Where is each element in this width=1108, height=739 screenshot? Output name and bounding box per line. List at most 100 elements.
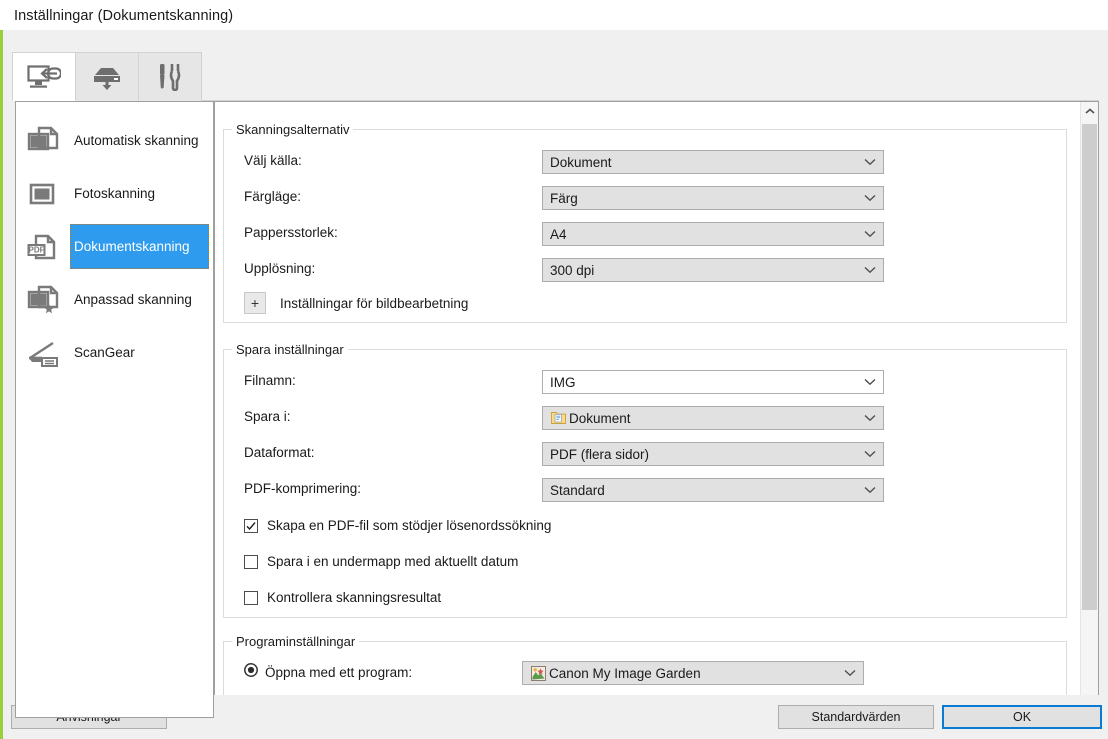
row-label: Färgläge:: [244, 189, 301, 204]
pdf-compression-combobox[interactable]: Standard: [542, 478, 884, 502]
checkbox-label: Skapa en PDF-fil som stödjer lösenordssö…: [267, 518, 551, 533]
group-scan-options: Skanningsalternativ Välj källa: Dokument…: [223, 129, 1067, 323]
image-processing-expander[interactable]: + Inställningar för bildbearbetning: [244, 292, 468, 314]
sidebar-item-label: Anpassad skanning: [72, 291, 192, 309]
combobox-value: PDF (flera sidor): [543, 447, 857, 462]
sidebar-item-label: Dokumentskanning: [72, 238, 190, 256]
checkbox-label: Spara i en undermapp med aktuellt datum: [267, 554, 518, 569]
row-label: PDF-komprimering:: [244, 481, 361, 496]
scrollbar-thumb[interactable]: [1082, 124, 1097, 610]
settings-content-pane: Skanningsalternativ Välj källa: Dokument…: [214, 101, 1099, 718]
row-label: Välj källa:: [244, 153, 302, 168]
radio-open-with-application[interactable]: Öppna med ett program:: [244, 663, 412, 682]
expander-label: Inställningar för bildbearbetning: [280, 296, 468, 311]
save-in-combobox[interactable]: Dokument: [542, 406, 884, 430]
svg-text:PDF: PDF: [29, 245, 45, 254]
group-application-settings-legend: Programinställningar: [232, 634, 359, 649]
sidebar-item-label: Fotoskanning: [72, 185, 155, 203]
auto-scan-icon: [16, 125, 72, 157]
radio-label: Öppna med ett program:: [265, 665, 412, 680]
sidebar-item-scangear[interactable]: ScanGear: [16, 326, 213, 379]
settings-dialog: Inställningar (Dokumentskanning): [0, 0, 1108, 739]
checkbox-box[interactable]: [244, 591, 258, 605]
color-mode-combobox[interactable]: Färg: [542, 186, 884, 210]
ok-button[interactable]: OK: [942, 705, 1102, 729]
file-name-combobox[interactable]: IMG: [542, 370, 884, 394]
group-save-settings-legend: Spara inställningar: [232, 342, 348, 357]
scrollbar-up-button[interactable]: [1081, 102, 1098, 120]
tab-scan-from-scanner[interactable]: [75, 52, 139, 101]
chevron-down-icon: [857, 151, 883, 173]
checkbox-box[interactable]: [244, 555, 258, 569]
row-label: Upplösning:: [244, 261, 315, 276]
row-select-source: Välj källa: Dokument: [244, 150, 1054, 174]
chevron-down-icon: [857, 259, 883, 281]
combobox-value: Dokument: [543, 155, 857, 170]
checkbox-searchable-pdf[interactable]: Skapa en PDF-fil som stödjer lösenordssö…: [244, 518, 551, 533]
chevron-down-icon: [857, 187, 883, 209]
scan-mode-list: Automatisk skanning Fotoskanning: [15, 101, 214, 718]
defaults-button[interactable]: Standardvärden: [778, 705, 934, 729]
photo-scan-icon: [16, 178, 72, 210]
combobox-value: Canon My Image Garden: [543, 666, 837, 681]
row-label: Dataformat:: [244, 445, 315, 460]
scanner-download-icon: [90, 64, 124, 90]
tab-general-settings[interactable]: [138, 52, 202, 101]
select-source-combobox[interactable]: Dokument: [542, 150, 884, 174]
group-save-settings: Spara inställningar Filnamn: IMG Spara i…: [223, 349, 1067, 618]
row-label: Spara i:: [244, 409, 291, 424]
row-color-mode: Färgläge: Färg: [244, 186, 1054, 210]
chevron-up-icon: [1085, 102, 1095, 120]
checkbox-box[interactable]: [244, 519, 258, 533]
combobox-value[interactable]: IMG: [543, 375, 857, 390]
row-label: Pappersstorlek:: [244, 225, 338, 240]
row-pdf-compression: PDF-komprimering: Standard: [244, 478, 1054, 502]
combobox-value: Standard: [543, 483, 857, 498]
combobox-value: A4: [543, 227, 857, 242]
pdf-document-icon: PDF: [16, 231, 72, 263]
checkmark-icon: [245, 520, 257, 532]
sidebar-item-anpassad-skanning[interactable]: Anpassad skanning: [16, 273, 213, 326]
page-title: Inställningar (Dokumentskanning): [14, 8, 233, 24]
monitor-scan-icon: [27, 64, 61, 90]
row-data-format: Dataformat: PDF (flera sidor): [244, 442, 1054, 466]
combobox-value: Dokument: [563, 411, 857, 426]
chevron-down-icon: [857, 407, 883, 429]
sidebar-item-label: ScanGear: [72, 344, 135, 362]
paper-size-combobox[interactable]: A4: [542, 222, 884, 246]
checkbox-check-scan-result[interactable]: Kontrollera skanningsresultat: [244, 590, 441, 605]
checkbox-date-subfolder[interactable]: Spara i en undermapp med aktuellt datum: [244, 554, 518, 569]
dialog-body: Automatisk skanning Fotoskanning: [3, 30, 1108, 695]
expand-plus-icon[interactable]: +: [244, 292, 266, 314]
sidebar-item-automatisk-skanning[interactable]: Automatisk skanning: [16, 114, 213, 167]
radio-button[interactable]: [244, 663, 258, 682]
group-scan-options-legend: Skanningsalternativ: [232, 122, 353, 137]
row-resolution: Upplösning: 300 dpi: [244, 258, 1054, 282]
resolution-combobox[interactable]: 300 dpi: [542, 258, 884, 282]
title-bar: Inställningar (Dokumentskanning): [0, 0, 1108, 30]
row-save-in: Spara i: Dokument: [244, 406, 1054, 430]
tools-icon: [155, 63, 185, 91]
row-file-name: Filnamn: IMG: [244, 370, 1054, 394]
sidebar-item-dokumentskanning[interactable]: PDF Dokumentskanning: [16, 220, 213, 273]
chevron-down-icon: [837, 662, 863, 684]
row-label: Filnamn:: [244, 373, 296, 388]
chevron-down-icon: [857, 443, 883, 465]
chevron-down-icon: [857, 223, 883, 245]
combobox-value: 300 dpi: [543, 263, 857, 278]
data-format-combobox[interactable]: PDF (flera sidor): [542, 442, 884, 466]
checkbox-label: Kontrollera skanningsresultat: [267, 590, 441, 605]
sidebar-item-label: Automatisk skanning: [72, 132, 199, 150]
settings-scroll-content: Skanningsalternativ Välj källa: Dokument…: [215, 102, 1081, 717]
tab-strip: [12, 52, 1099, 101]
chevron-down-icon: [857, 371, 883, 393]
combobox-value: Färg: [543, 191, 857, 206]
tab-scan-from-computer[interactable]: [12, 52, 76, 101]
custom-scan-icon: [16, 284, 72, 316]
vertical-scrollbar[interactable]: [1080, 102, 1098, 717]
chevron-down-icon: [857, 479, 883, 501]
sidebar-item-fotoskanning[interactable]: Fotoskanning: [16, 167, 213, 220]
row-paper-size: Pappersstorlek: A4: [244, 222, 1054, 246]
scangear-icon: [16, 337, 72, 369]
application-combobox[interactable]: Canon My Image Garden: [522, 661, 864, 685]
